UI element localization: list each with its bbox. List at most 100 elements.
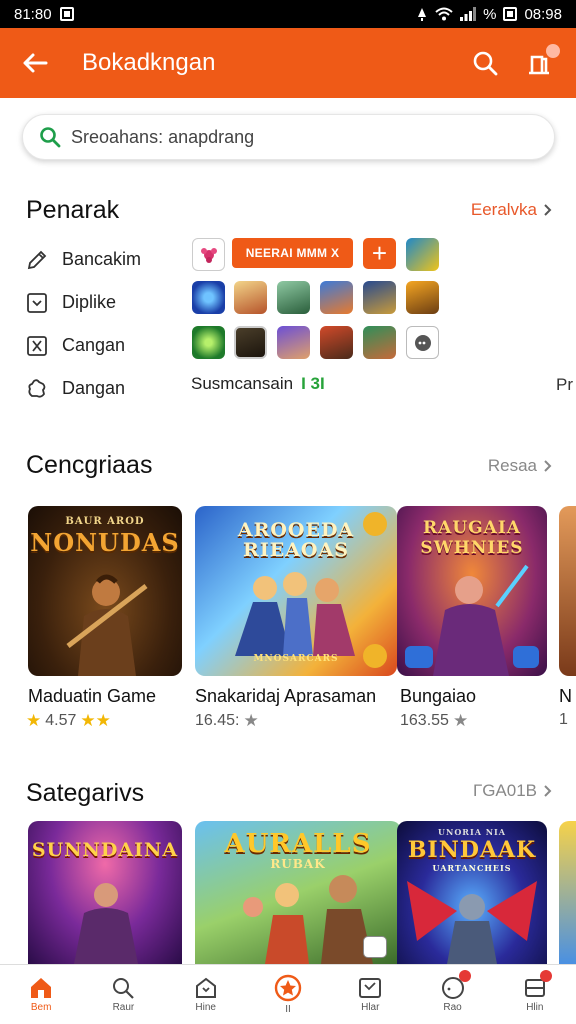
- category-list: Bancakim Diplike Cangan Dangan: [26, 238, 186, 410]
- card-title: Maduatin Game: [28, 686, 157, 706]
- search-input[interactable]: [71, 126, 511, 148]
- controller-icon: [405, 646, 433, 668]
- section-link-penarak[interactable]: Eeralvka: [471, 200, 552, 220]
- card-title: Bungaiao: [400, 686, 477, 706]
- game-card[interactable]: UNORIA NIA BINDAAK UARTANCHEIS: [397, 821, 547, 964]
- wifi-icon: [435, 7, 453, 21]
- category-item-cangan[interactable]: Cangan: [26, 324, 186, 367]
- add-button[interactable]: +: [363, 238, 396, 269]
- game-card[interactable]: [559, 506, 576, 676]
- arrow-left-icon: [23, 53, 48, 73]
- chevron-right-icon: [544, 785, 552, 797]
- rating-value: 4.57: [45, 712, 77, 729]
- penarak-footer: Susmcansain I 3I: [191, 374, 325, 394]
- silent-icon: [418, 8, 427, 21]
- app-icon-tile[interactable]: [192, 326, 225, 359]
- app-icon-tile[interactable]: [192, 281, 225, 314]
- category-label: Diplike: [62, 292, 117, 312]
- card-title: N: [559, 686, 572, 706]
- section-title-cencgriaas: Cencgriaas: [26, 451, 153, 479]
- nav-item-search[interactable]: Raur: [82, 965, 164, 1024]
- notifications-button[interactable]: [524, 44, 560, 78]
- app-icon-tile[interactable]: [192, 238, 225, 271]
- nav-item-inbox[interactable]: Hlin: [494, 965, 576, 1024]
- rating-value: 16.45:: [195, 712, 240, 729]
- nav-item-book[interactable]: Hlar: [329, 965, 411, 1024]
- app-icon-tile[interactable]: [363, 326, 396, 359]
- search-button[interactable]: [470, 48, 500, 78]
- card-rating: 163.55 ★: [400, 711, 468, 731]
- card-title: Snakaridaj Aprasaman: [195, 686, 377, 706]
- star-icon: ★: [452, 711, 469, 730]
- status-time-right: 08:98: [524, 5, 562, 23]
- app-icon-tile[interactable]: [320, 281, 353, 314]
- app-icon-tile[interactable]: [406, 326, 439, 359]
- card-rating: ★ 4.57 ★★: [26, 711, 111, 731]
- book-icon: [359, 978, 382, 998]
- nav-label: Bem: [30, 1002, 52, 1013]
- nav-item-star[interactable]: II: [247, 965, 329, 1024]
- back-button[interactable]: [0, 28, 70, 98]
- game-card[interactable]: SUNNDAINA: [28, 821, 182, 964]
- warrior-artwork: [66, 574, 148, 676]
- category-item-bancakim[interactable]: Bancakim: [26, 238, 186, 281]
- search-icon: [113, 978, 135, 999]
- app-icon-tile[interactable]: [234, 281, 267, 314]
- badge-icon: [363, 644, 387, 668]
- app-icon-tile[interactable]: [363, 281, 396, 314]
- section-title-penarak: Penarak: [26, 196, 120, 224]
- game-card[interactable]: RAUGAIA SWHNIES: [397, 506, 547, 676]
- notification-dot: [546, 44, 560, 58]
- home-icon: [31, 978, 52, 998]
- section-link-cencgriaas[interactable]: Resaa: [488, 456, 552, 476]
- nav-item-hine[interactable]: Hine: [165, 965, 247, 1024]
- plus-icon: +: [371, 238, 388, 268]
- category-label: Dangan: [62, 378, 126, 398]
- bottom-nav: Bem Raur Hine II Hlar Rao Hlin: [0, 964, 576, 1024]
- status-time-left: 81:80: [14, 5, 52, 23]
- flower-icon: [201, 248, 217, 263]
- card-rating: 1: [559, 711, 568, 729]
- category-item-diplike[interactable]: Diplike: [26, 281, 186, 324]
- game-card[interactable]: AURALLS RUBAK: [195, 821, 401, 964]
- app-icon-tile[interactable]: [406, 281, 439, 314]
- search-icon: [473, 51, 498, 76]
- category-label: Cangan: [62, 335, 126, 355]
- app-icon-tile[interactable]: [277, 281, 310, 314]
- shop-icon: [513, 646, 539, 668]
- search-bar: [22, 114, 555, 160]
- app-icon-tile[interactable]: [406, 238, 439, 271]
- battery-icon: [503, 7, 518, 21]
- save-icon: [363, 936, 387, 958]
- nav-label: Raur: [112, 1002, 135, 1013]
- game-card[interactable]: BAUR AROD NONUDAS: [28, 506, 182, 676]
- section-link-sategarivs[interactable]: ГGA01B: [473, 781, 552, 801]
- signal-icon: [460, 7, 477, 21]
- filter-chip[interactable]: NEERAI MMM X: [232, 238, 353, 268]
- chevron-box-icon: [27, 292, 47, 313]
- footer-text: Susmcansain: [191, 374, 294, 393]
- chevron-right-icon: [544, 460, 552, 472]
- section-title-sategarivs: Sategarivs: [26, 779, 145, 807]
- notification-badge: [459, 970, 472, 982]
- nav-label: Hlin: [526, 1002, 544, 1013]
- game-card[interactable]: [559, 821, 576, 964]
- nav-label: Hlar: [361, 1002, 380, 1013]
- nav-item-home[interactable]: Bem: [0, 965, 82, 1024]
- section-link-label: ГGA01B: [472, 781, 537, 800]
- app-icon-tile[interactable]: [320, 326, 353, 359]
- category-label: Bancakim: [62, 249, 142, 269]
- category-item-dangan[interactable]: Dangan: [26, 367, 186, 410]
- app-icon-tile[interactable]: [234, 326, 267, 359]
- page-title: Bokadkngan: [82, 49, 216, 76]
- x-box-icon: [27, 335, 47, 356]
- chevron-right-icon: [544, 204, 552, 216]
- star-icon: ★: [243, 711, 259, 730]
- game-card[interactable]: AROOEDA RIEAOAS MNOSARCARS: [195, 506, 397, 676]
- filter-chip-label: NEERAI MMM X: [245, 246, 340, 260]
- edge-text: Pr: [556, 375, 573, 394]
- star-circle-icon: [274, 974, 302, 1002]
- battery-percent: %: [483, 5, 497, 23]
- nav-item-chat[interactable]: Rao: [411, 965, 493, 1024]
- app-icon-tile[interactable]: [277, 326, 310, 359]
